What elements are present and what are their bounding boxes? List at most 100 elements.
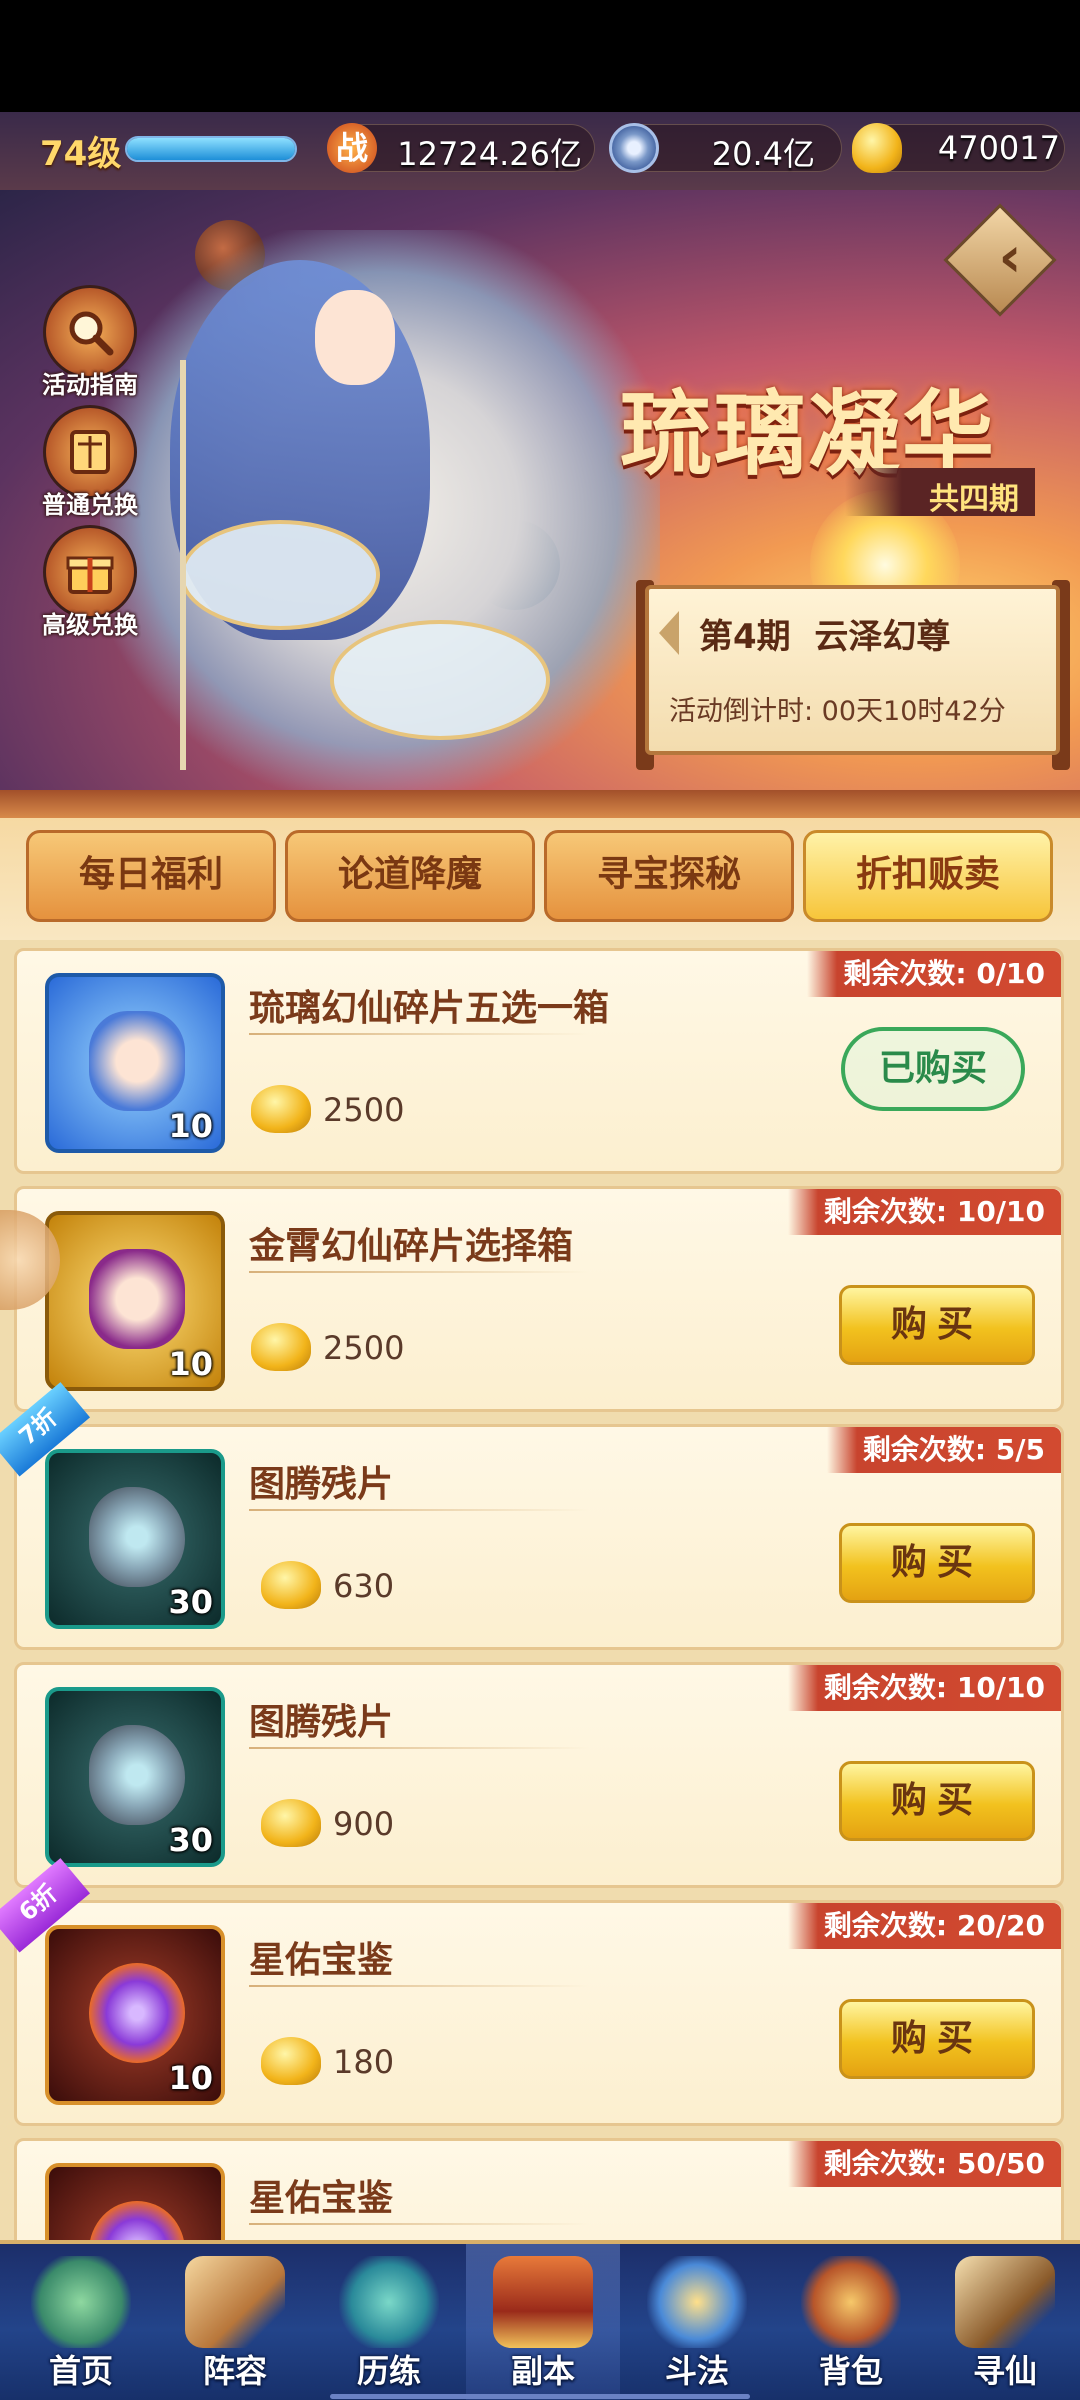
silver-coin-icon <box>609 123 659 173</box>
home-indicator <box>330 2394 750 2399</box>
activity-subtitle: 共四期 <box>845 468 1035 517</box>
nav-training[interactable]: 历练 <box>312 2244 466 2400</box>
activity-countdown: 活动倒计时: 00天10时42分 <box>669 696 1006 727</box>
staff-decoration <box>180 360 186 770</box>
item-thumbnail[interactable] <box>45 2163 225 2240</box>
power-pill: 战 12724.26亿 <box>327 123 595 173</box>
item-quantity: 30 <box>168 1583 213 1621</box>
item-quantity: 30 <box>168 1821 213 1859</box>
nav-home[interactable]: 首页 <box>4 2244 158 2400</box>
gold-ingot-icon <box>261 1561 321 1609</box>
player-level: 74级 <box>40 134 122 174</box>
side-button-label: 高级兑换 <box>42 611 138 639</box>
scroll-search-icon <box>955 2256 1055 2348</box>
tab-discount-sale[interactable]: 折扣贩卖 <box>803 830 1053 922</box>
nav-label: 首页 <box>48 2352 113 2390</box>
item-thumbnail[interactable]: 10 <box>45 1211 225 1391</box>
nav-dungeon[interactable]: 副本 <box>466 2244 620 2400</box>
divider <box>249 1509 589 1511</box>
item-price: 630 <box>333 1567 395 1605</box>
tab-strip: 每日福利 论道降魔 寻宝探秘 折扣贩卖 <box>0 790 1080 940</box>
divider <box>249 1747 589 1749</box>
remaining-count-badge: 剩余次数: 20/20 <box>787 1903 1061 1949</box>
normal-exchange-button[interactable]: 普通兑换 <box>30 405 150 520</box>
side-button-label: 活动指南 <box>42 371 138 399</box>
divider <box>249 1985 589 1987</box>
silver-pill[interactable]: 20.4亿 <box>609 123 842 173</box>
lineup-cards-icon <box>185 2256 285 2348</box>
training-icon <box>339 2256 439 2348</box>
dungeon-gate-icon <box>493 2256 593 2348</box>
remaining-count-badge: 剩余次数: 5/5 <box>826 1427 1061 1473</box>
item-name: 金霄幻仙碎片选择箱 <box>249 1226 574 1267</box>
remaining-count-badge: 剩余次数: 10/10 <box>787 1189 1061 1235</box>
remaining-count-badge: 剩余次数: 50/50 <box>787 2141 1061 2187</box>
gold-ingot-icon <box>852 123 902 173</box>
item-price: 2500 <box>323 1091 405 1129</box>
nav-bag[interactable]: 背包 <box>774 2244 928 2400</box>
item-name: 图腾残片 <box>249 1464 394 1505</box>
fairy-portrait-icon <box>89 1011 185 1111</box>
nav-label: 斗法 <box>664 2352 729 2390</box>
remaining-count-badge: 剩余次数: 10/10 <box>787 1665 1061 1711</box>
item-name: 星佑宝鉴 <box>249 2178 394 2219</box>
period-name: 云泽幻尊 <box>814 617 951 657</box>
list-item: 10 金霄幻仙碎片选择箱 2500 剩余次数: 10/10 购买 <box>14 1186 1064 1412</box>
item-quantity: 10 <box>168 1107 213 1145</box>
resource-bar: 74级 战 12724.26亿 20.4亿 470017 <box>0 112 1080 190</box>
gold-ingot-icon <box>261 2037 321 2085</box>
gold-ingot-icon <box>251 1085 311 1133</box>
previous-period-arrow-icon[interactable] <box>659 611 679 655</box>
advanced-exchange-button[interactable]: 高级兑换 <box>30 525 150 640</box>
item-name: 琉璃幻仙碎片五选一箱 <box>249 988 610 1029</box>
period-title: 第4期 云泽幻尊 <box>699 609 950 658</box>
gold-ingot-icon <box>251 1323 311 1371</box>
item-price: 2500 <box>323 1329 405 1367</box>
cloud-decoration <box>330 620 550 740</box>
item-thumbnail[interactable]: 10 <box>45 973 225 1153</box>
nav-label: 阵容 <box>202 2352 267 2390</box>
buy-button[interactable]: 购买 <box>839 1999 1035 2079</box>
star-mirror-icon <box>89 2201 185 2240</box>
list-item: 10 琉璃幻仙碎片五选一箱 2500 剩余次数: 0/10 已购买 <box>14 948 1064 1174</box>
divider <box>249 2223 589 2225</box>
item-quantity: 10 <box>168 1345 213 1383</box>
tab-demon-debate[interactable]: 论道降魔 <box>285 830 535 922</box>
nav-battle[interactable]: 斗法 <box>620 2244 774 2400</box>
nav-label: 历练 <box>356 2352 421 2390</box>
totem-stone-icon <box>89 1487 185 1587</box>
item-list[interactable]: 10 琉璃幻仙碎片五选一箱 2500 剩余次数: 0/10 已购买 10 金霄幻… <box>0 940 1080 2240</box>
nav-lineup[interactable]: 阵容 <box>158 2244 312 2400</box>
star-mirror-icon <box>89 1963 185 2063</box>
tab-rail-decoration <box>0 790 1080 818</box>
item-thumbnail[interactable]: 10 <box>45 1925 225 2105</box>
gold-pill[interactable]: 470017 <box>852 123 1065 173</box>
fairy-portrait-icon <box>89 1249 185 1349</box>
item-name: 图腾残片 <box>249 1702 394 1743</box>
buy-button[interactable]: 购买 <box>839 1761 1035 1841</box>
item-thumbnail[interactable]: 30 <box>45 1449 225 1629</box>
tab-daily-welfare[interactable]: 每日福利 <box>26 830 276 922</box>
battle-icon <box>647 2256 747 2348</box>
item-name: 星佑宝鉴 <box>249 1940 394 1981</box>
buy-button[interactable]: 购买 <box>839 1523 1035 1603</box>
back-chevron-icon: ‹ <box>998 225 1022 290</box>
exp-bar <box>125 136 297 162</box>
bag-icon <box>801 2256 901 2348</box>
nav-seek-immortal[interactable]: 寻仙 <box>928 2244 1080 2400</box>
activity-guide-button[interactable]: 活动指南 <box>30 285 150 400</box>
tab-treasure-hunt[interactable]: 寻宝探秘 <box>544 830 794 922</box>
nav-label: 背包 <box>818 2352 883 2390</box>
nav-label: 副本 <box>510 2352 575 2390</box>
item-thumbnail[interactable]: 30 <box>45 1687 225 1867</box>
period-info-panel: 第4期 云泽幻尊 活动倒计时: 00天10时42分 <box>645 585 1060 755</box>
list-item: 10 6折 星佑宝鉴 180 剩余次数: 20/20 购买 <box>0 1858 1064 2126</box>
power-icon: 战 <box>327 123 377 173</box>
home-island-icon <box>31 2256 131 2348</box>
gold-ingot-icon <box>261 1799 321 1847</box>
nav-label: 寻仙 <box>972 2352 1037 2390</box>
status-bar-area <box>0 0 1080 112</box>
gold-value: 470017 <box>937 129 1060 167</box>
buy-button[interactable]: 购买 <box>839 1285 1035 1365</box>
hero-face <box>315 290 395 385</box>
